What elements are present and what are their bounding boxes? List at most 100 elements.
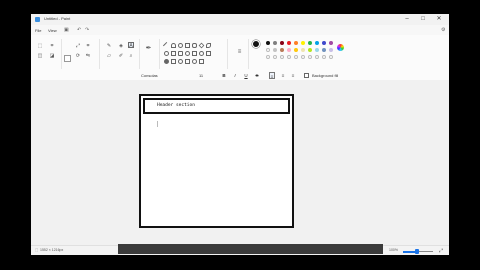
color-swatch[interactable] — [329, 41, 333, 45]
canvas-area: Header section — [31, 80, 449, 245]
rectangle-shape-icon[interactable] — [185, 43, 190, 48]
canvas-dimensions: 1552 × 1216px — [40, 248, 64, 252]
color-swatch[interactable] — [308, 48, 312, 52]
arrow-down-shape-icon[interactable] — [199, 51, 204, 56]
four-point-star-shape-icon[interactable] — [199, 59, 204, 64]
brush-icon[interactable]: ✒ — [145, 45, 152, 55]
cloud-shape-icon[interactable] — [178, 59, 183, 64]
curve-shape-icon[interactable] — [171, 43, 176, 48]
diamond-shape-icon[interactable] — [198, 42, 205, 49]
drawing-canvas[interactable]: Header section — [139, 94, 294, 228]
menu-view[interactable]: View — [48, 28, 57, 33]
star-shape-icon[interactable] — [206, 51, 211, 56]
zoom-slider-thumb[interactable] — [415, 248, 419, 254]
color-picker-icon[interactable]: ✐ — [118, 53, 124, 59]
magnifier-icon[interactable]: ⌕ — [128, 53, 134, 59]
maximize-button[interactable]: □ — [417, 15, 429, 24]
color-swatch[interactable] — [322, 41, 326, 45]
custom-color-slot[interactable] — [301, 55, 305, 59]
font-family-select[interactable]: Consolas — [141, 72, 191, 79]
video-progress-overlay — [118, 244, 383, 254]
save-icon[interactable]: ▣ — [64, 28, 69, 33]
image-select-box[interactable] — [64, 55, 71, 62]
bold-button[interactable]: B — [221, 72, 227, 79]
polygon-shape-icon[interactable] — [192, 59, 197, 64]
color-swatch[interactable] — [266, 41, 270, 45]
lightning-shape-icon[interactable] — [185, 59, 190, 64]
minimize-button[interactable]: – — [401, 15, 413, 24]
color-swatch[interactable] — [301, 48, 305, 52]
color-swatch[interactable] — [308, 41, 312, 45]
header-rectangle: Header section — [143, 98, 290, 114]
color-swatch[interactable] — [273, 41, 277, 45]
callout-shape-icon[interactable] — [171, 59, 176, 64]
custom-color-slot[interactable] — [266, 55, 270, 59]
color-swatch[interactable] — [315, 41, 319, 45]
oval-shape-icon[interactable] — [178, 43, 183, 48]
color-swatch[interactable] — [266, 48, 270, 52]
color-swatch[interactable] — [287, 48, 291, 52]
settings-icon[interactable]: ⚙ — [441, 28, 445, 33]
line-shape-icon[interactable] — [162, 41, 171, 50]
line-size-icon[interactable]: ≡ — [235, 49, 244, 57]
select-tool-icon[interactable]: ⬚ — [37, 43, 43, 49]
fit-to-window-icon[interactable]: ⤢ — [439, 248, 443, 254]
invert-selection-icon[interactable]: ◪ — [49, 53, 55, 59]
title-bar: Untitled - Paint – □ ✕ — [31, 14, 449, 25]
undo-icon[interactable]: ↶ — [77, 28, 81, 33]
arrow-right-shape-icon[interactable] — [178, 51, 183, 56]
current-color-swatch[interactable] — [252, 40, 260, 48]
pentagon-shape-icon[interactable] — [164, 51, 169, 56]
custom-color-slot[interactable] — [322, 55, 326, 59]
custom-color-slot[interactable] — [280, 55, 284, 59]
custom-color-slot[interactable] — [273, 55, 277, 59]
custom-color-slot[interactable] — [287, 55, 291, 59]
italic-button[interactable]: I — [232, 72, 238, 79]
custom-color-slot[interactable] — [294, 55, 298, 59]
custom-color-slot[interactable] — [315, 55, 319, 59]
custom-color-slot[interactable] — [329, 55, 333, 59]
font-size-select[interactable]: 11 — [199, 72, 213, 79]
crop-icon[interactable]: ⌗ — [49, 43, 55, 49]
pencil-icon[interactable]: ✎ — [106, 43, 112, 49]
hexagon-shape-icon[interactable] — [171, 51, 176, 56]
header-section-text: Header section — [157, 103, 195, 108]
text-tool-icon[interactable]: A — [128, 42, 134, 49]
strikethrough-button[interactable]: S — [254, 72, 260, 79]
align-right-icon[interactable]: ≡ — [290, 72, 296, 79]
background-fill-checkbox[interactable] — [304, 73, 309, 78]
color-swatch[interactable] — [301, 41, 305, 45]
redo-icon[interactable]: ↷ — [85, 28, 89, 33]
align-left-button[interactable]: ≡ — [269, 72, 275, 79]
color-swatch[interactable] — [273, 48, 277, 52]
color-swatch[interactable] — [329, 48, 333, 52]
arrow-left-shape-icon[interactable] — [185, 51, 190, 56]
color-swatch[interactable] — [294, 41, 298, 45]
rounded-rectangle-shape-icon[interactable] — [192, 43, 197, 48]
underline-button[interactable]: U — [243, 72, 249, 79]
menu-file[interactable]: File — [35, 28, 41, 33]
color-swatch[interactable] — [294, 48, 298, 52]
color-swatch[interactable] — [322, 48, 326, 52]
color-swatch[interactable] — [280, 48, 284, 52]
triangle-shape-icon[interactable] — [206, 43, 211, 48]
window-title: Untitled - Paint — [44, 16, 71, 21]
color-swatch[interactable] — [287, 41, 291, 45]
edit-colors-icon[interactable] — [337, 44, 344, 51]
rotate-icon[interactable]: ⟳ — [75, 53, 81, 59]
select-all-icon[interactable]: ◫ — [37, 53, 43, 59]
color-swatch[interactable] — [280, 41, 284, 45]
canvas-size-icon: ⬚ — [35, 248, 39, 252]
fill-bucket-icon[interactable]: ◈ — [118, 43, 124, 49]
heart-shape-icon[interactable] — [164, 59, 169, 64]
resize-icon[interactable]: ⤢ — [75, 43, 81, 49]
eraser-icon[interactable]: ▱ — [106, 53, 112, 59]
align-center-icon[interactable]: ≡ — [280, 72, 286, 79]
close-button[interactable]: ✕ — [433, 15, 445, 24]
flip-icon[interactable]: ⇋ — [85, 53, 91, 59]
background-fill-label: Background fill — [312, 73, 339, 78]
custom-color-slot[interactable] — [308, 55, 312, 59]
arrow-up-shape-icon[interactable] — [192, 51, 197, 56]
color-swatch[interactable] — [315, 48, 319, 52]
crop-image-icon[interactable]: ⌗ — [85, 43, 91, 49]
